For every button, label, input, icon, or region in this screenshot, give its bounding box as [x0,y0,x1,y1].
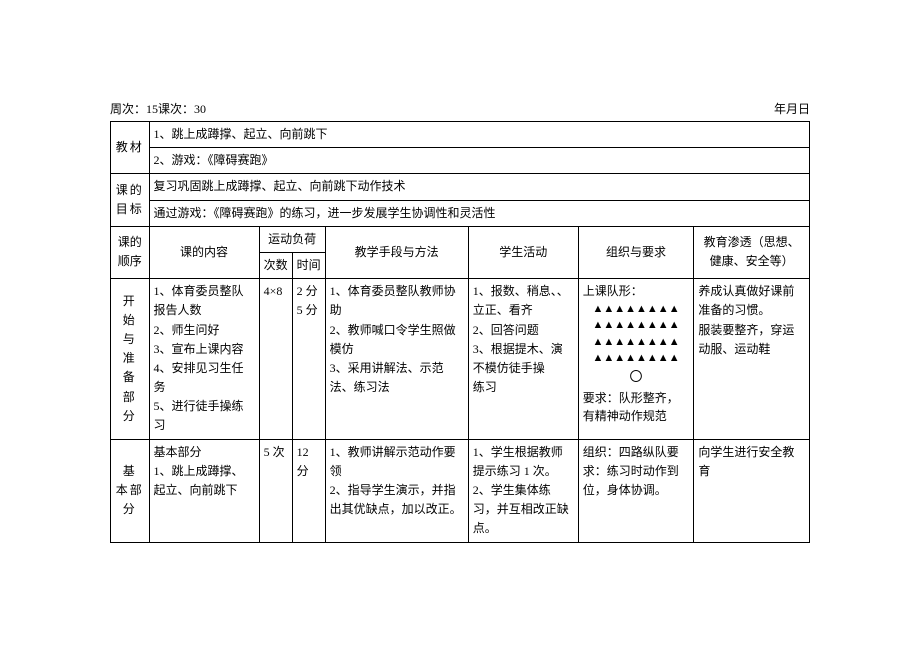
header-left: 周次：15课次：30 [110,100,206,117]
part1-content: 1、体育委员整队报告人数 2、师生问好 3、宣布上课内容 4、安排见习生任务 5… [149,279,259,440]
part2-student: 1、学生根据教师提示练习 1 次。 2、学生集体练习，并互相改正缺点。 [468,439,578,542]
part1-time: 2 分 5 分 [292,279,325,440]
org-req: 要求：队形整齐，有精神动作规范 [583,389,690,425]
mubiao-line1: 复习巩固跳上成蹲撑、起立、向前跳下动作技术 [149,174,809,200]
col-edu: 教育渗透（思想、健康、安全等） [694,226,810,278]
part1-student: 1、报数、稍息、、立正、看齐 2、回答问题 3、根据提木、演不模仿徒手操 练习 [468,279,578,440]
part1-org: 上课队形： ▲▲▲▲▲▲▲▲ ▲▲▲▲▲▲▲▲ ▲▲▲▲▲▲▲▲ ▲▲▲▲▲▲▲… [578,279,694,440]
lesson-plan-table: 教材 1、跳上成蹲撑、起立、向前跳下 2、游戏：《障碍赛跑》 课的目标 复习巩固… [110,121,810,543]
col-load: 运动负荷 [259,226,325,252]
col-method: 教学手段与方法 [325,226,468,278]
part1-method: 1、体育委员整队教师协助 2、教师喊口令学生照做模仿 3、采用讲解法、示范法、练… [325,279,468,440]
col-org: 组织与要求 [578,226,694,278]
col-load-time: 时间 [292,252,325,278]
part2-time: 12 分 [292,439,325,542]
col-content: 课的内容 [149,226,259,278]
col-load-count: 次数 [259,252,292,278]
formation-row-1: ▲▲▲▲▲▲▲▲ [583,302,690,316]
jiaocai-line1: 1、跳上成蹲撑、起立、向前跳下 [149,122,809,148]
mubiao-label: 课的目标 [111,174,150,226]
part2-edu: 向学生进行安全教育 [694,439,810,542]
jiaocai-label: 教材 [111,122,150,174]
org-intro: 上课队形： [583,282,690,300]
part1-edu: 养成认真做好课前准备的习惯。 服装要整齐，穿运动服、运动鞋 [694,279,810,440]
part1-label: 开 始 与 准 备 部 分 [111,279,150,440]
mubiao-line2: 通过游戏：《障碍赛跑》的练习，进一步发展学生协调性和灵活性 [149,200,809,226]
formation-teacher: 〇 [583,367,690,387]
col-order: 课的顺序 [111,226,150,278]
part2-org: 组织：四路纵队要求：练习时动作到位，身体协调。 [578,439,694,542]
part1-count: 4×8 [259,279,292,440]
formation-row-2: ▲▲▲▲▲▲▲▲ [583,318,690,332]
col-student: 学生活动 [468,226,578,278]
jiaocai-line2: 2、游戏：《障碍赛跑》 [149,148,809,174]
part2-method: 1、教师讲解示范动作要领 2、指导学生演示，并指出其优缺点，加以改正。 [325,439,468,542]
part2-count: 5 次 [259,439,292,542]
formation-row-4: ▲▲▲▲▲▲▲▲ [583,351,690,365]
part2-content: 基本部分 1、跳上成蹲撑、起立、向前跳下 [149,439,259,542]
part2-label: 基 本部分 [111,439,150,542]
header-right: 年月日 [774,100,810,117]
formation-row-3: ▲▲▲▲▲▲▲▲ [583,335,690,349]
